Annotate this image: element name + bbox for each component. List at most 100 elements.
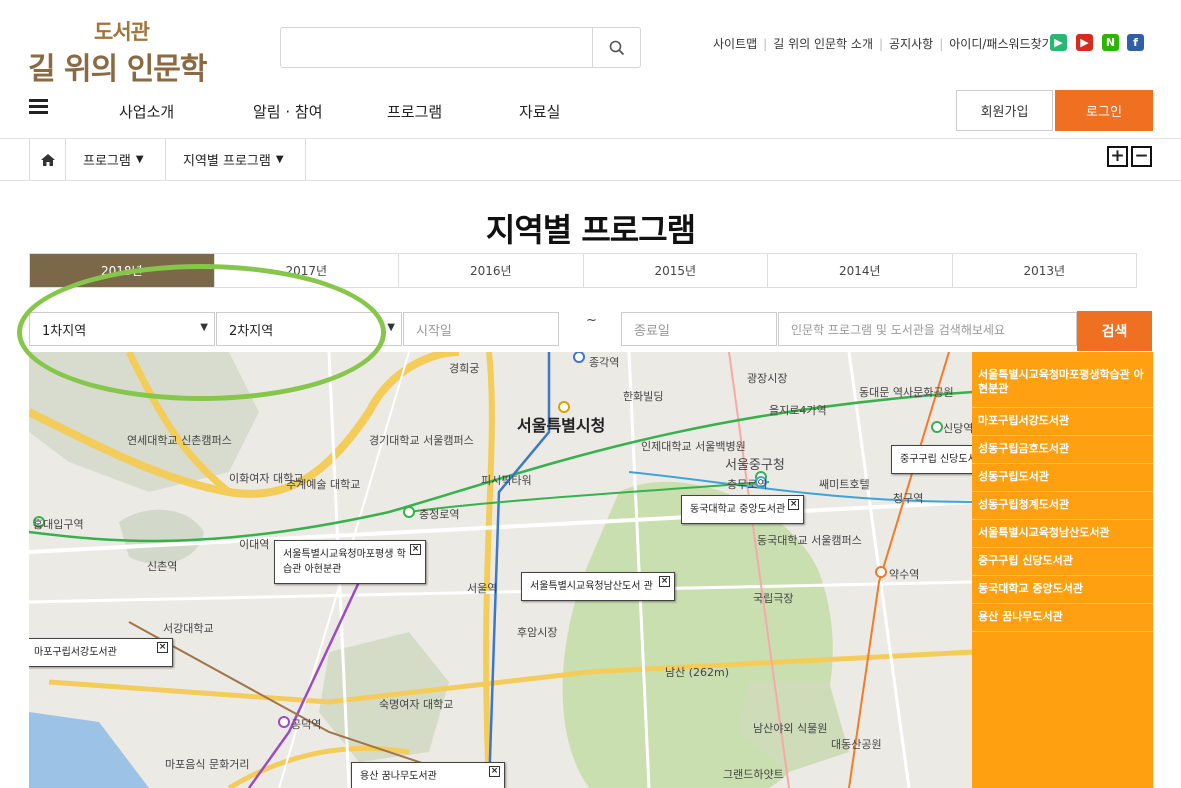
nav-item-about[interactable]: 사업소개 [119,101,174,122]
menu-icon[interactable] [29,99,48,114]
map-label: 이대역 [239,538,270,551]
find-account-link[interactable]: 아이디/패스워드찾기 [949,35,1052,52]
close-icon[interactable]: × [788,499,800,510]
notice-link[interactable]: 공지사항 [889,35,933,52]
date-range-separator: ~ [586,313,597,328]
library-list-item[interactable]: 서울특별시교육청마포평생학습관 아현분관 [972,352,1153,408]
map-label: 피시픽타워 [481,474,532,487]
nav-item-notice[interactable]: 알림 · 참여 [253,101,323,122]
search-icon [609,40,624,55]
zoom-out-button[interactable]: − [1131,146,1152,167]
chevron-down-icon: ▼ [135,154,144,165]
map-label: 광장시장 [747,372,788,385]
map-popup[interactable]: 동국대학교 중앙도서관 × [681,495,805,524]
breadcrumb: 프로그램 ▼ 지역별 프로그램 ▼ [0,138,1181,181]
site-logo[interactable]: 도서관 길 위의 인문학 [28,16,218,87]
keyword-field[interactable]: 인문학 프로그램 및 도서관을 검색해보세요 [778,312,1077,346]
map-label: 약수역 [889,568,920,581]
sitemap-link[interactable]: 사이트맵 [713,35,757,52]
map-label: 마포음식 문화거리 [165,758,250,771]
map-label: 대동산공원 [831,738,882,751]
join-button[interactable]: 회원가입 [956,90,1053,131]
map-popup-label: 동국대학교 중앙도서관 [690,504,786,515]
map-popup[interactable]: 서울특별시교육청마포평생 학습관 아현분관 × [274,540,426,584]
close-icon[interactable]: × [489,766,500,777]
map-label: 종각역 [589,356,620,369]
map-label: 연세대학교 신촌캠퍼스 [127,434,232,447]
nav-item-program[interactable]: 프로그램 [387,101,442,122]
about-link[interactable]: 길 위의 인문학 소개 [773,35,873,52]
map-label: 을지로4가역 [769,404,827,417]
map-label: 신당역 [943,422,973,435]
map-popup[interactable]: 서울특별시교육청남산도서 관 × [521,572,675,601]
map-view[interactable]: 서울특별시청 연세대학교 신촌캠퍼스 이화여자 대학교 추계예술 대학교 경기대… [29,352,973,788]
chevron-down-icon: ▼ [275,154,284,165]
nav-item-resources[interactable]: 자료실 [519,101,560,122]
end-date-field[interactable]: 종료일 [621,312,777,346]
map-popup-label: 중구구립 신당도서 [900,454,973,465]
library-list-item[interactable]: 용산 꿈나무도서관 [972,604,1153,632]
logo-subtitle: 도서관 [94,20,150,44]
map-label: 숙명여자 대학교 [379,698,454,711]
tab-2013[interactable]: 2013년 [953,254,1137,287]
breadcrumb-region-program[interactable]: 지역별 프로그램 ▼ [166,139,306,180]
library-list-item[interactable]: 서울특별시교육청남산도서관 [972,520,1153,548]
map-label: 신촌역 [147,560,178,573]
tab-2014[interactable]: 2014년 [768,254,953,287]
map-label: 충정로역 [419,508,460,521]
map-popup[interactable]: 용산 꿈나무도서관 × [351,762,505,788]
library-list-item[interactable]: 성동구립도서관 [972,464,1153,492]
map-popup-label: 서울특별시교육청마포평생 학습관 아현분관 [283,549,406,575]
utility-links: 사이트맵 | 길 위의 인문학 소개 | 공지사항 | 아이디/패스워드찾기 [713,35,1053,52]
map-label: 서강대학교 [163,622,214,635]
youtube-icon[interactable]: ▶ [1076,34,1093,51]
map-label: 경희궁 [449,362,480,375]
tab-2016[interactable]: 2016년 [399,254,584,287]
page-title: 지역별 프로그램 [485,211,696,249]
map-popup-label: 마포구립서강도서관 [34,647,117,658]
facebook-icon[interactable]: f [1127,34,1144,51]
map-label: 충무로역 [727,478,768,491]
map-label: 서울중구청 [725,458,785,473]
map-label: 홍대입구역 [33,518,84,531]
home-icon[interactable] [29,139,66,180]
map-label: 남산 (262m) [665,666,730,679]
close-icon[interactable]: × [157,642,168,653]
library-list-item[interactable]: 동국대학교 중앙도서관 [972,576,1153,604]
site-search-button[interactable] [592,28,640,67]
library-list-item[interactable]: 성동구립금호도서관 [972,436,1153,464]
map-popup[interactable]: 마포구립서강도서관 × [29,638,173,667]
site-search-input[interactable] [281,28,593,67]
map-label: 공덕역 [291,718,322,731]
map-popup-label: 서울특별시교육청남산도서 관 [530,581,653,592]
divider: | [939,36,944,51]
dropdown-arrow-icon: ▼ [387,322,395,333]
start-date-field[interactable]: 시작일 [403,312,559,346]
map-label: 동국대학교 서울캠퍼스 [757,534,862,547]
site-search [280,27,641,68]
search-button[interactable]: 검색 [1077,311,1152,351]
map-popup-label: 용산 꿈나무도서관 [360,771,437,782]
map-label: 그랜드하얏트 [723,768,784,781]
map-label: 쌔미트호텔 [819,478,870,491]
map-label: 추계예술 대학교 [286,478,361,491]
tab-2015[interactable]: 2015년 [584,254,768,287]
play-icon[interactable]: ▶ [1050,34,1067,51]
zoom-in-button[interactable]: + [1107,146,1128,167]
logo-title: 길 위의 인문학 [28,52,207,87]
map-label: 후암시장 [517,626,558,639]
close-icon[interactable]: × [410,544,421,555]
close-icon[interactable]: × [659,576,670,587]
map-label: 경기대학교 서울캠퍼스 [369,434,474,447]
breadcrumb-label: 지역별 프로그램 [183,154,271,169]
library-list-item[interactable]: 중구구립 신당도서관 [972,548,1153,576]
breadcrumb-program[interactable]: 프로그램 ▼ [66,139,166,180]
login-button[interactable]: 로그인 [1055,90,1153,131]
map-label: 인제대학교 서울백병원 [641,440,746,453]
naver-icon[interactable]: N [1102,34,1119,51]
map-label: 남산야외 식물원 [753,722,828,735]
divider: | [878,36,884,51]
library-list-item[interactable]: 마포구립서강도서관 [972,408,1153,436]
library-list-item[interactable]: 성동구립청계도서관 [972,492,1153,520]
map-popup[interactable]: 중구구립 신당도서 × [891,445,973,474]
